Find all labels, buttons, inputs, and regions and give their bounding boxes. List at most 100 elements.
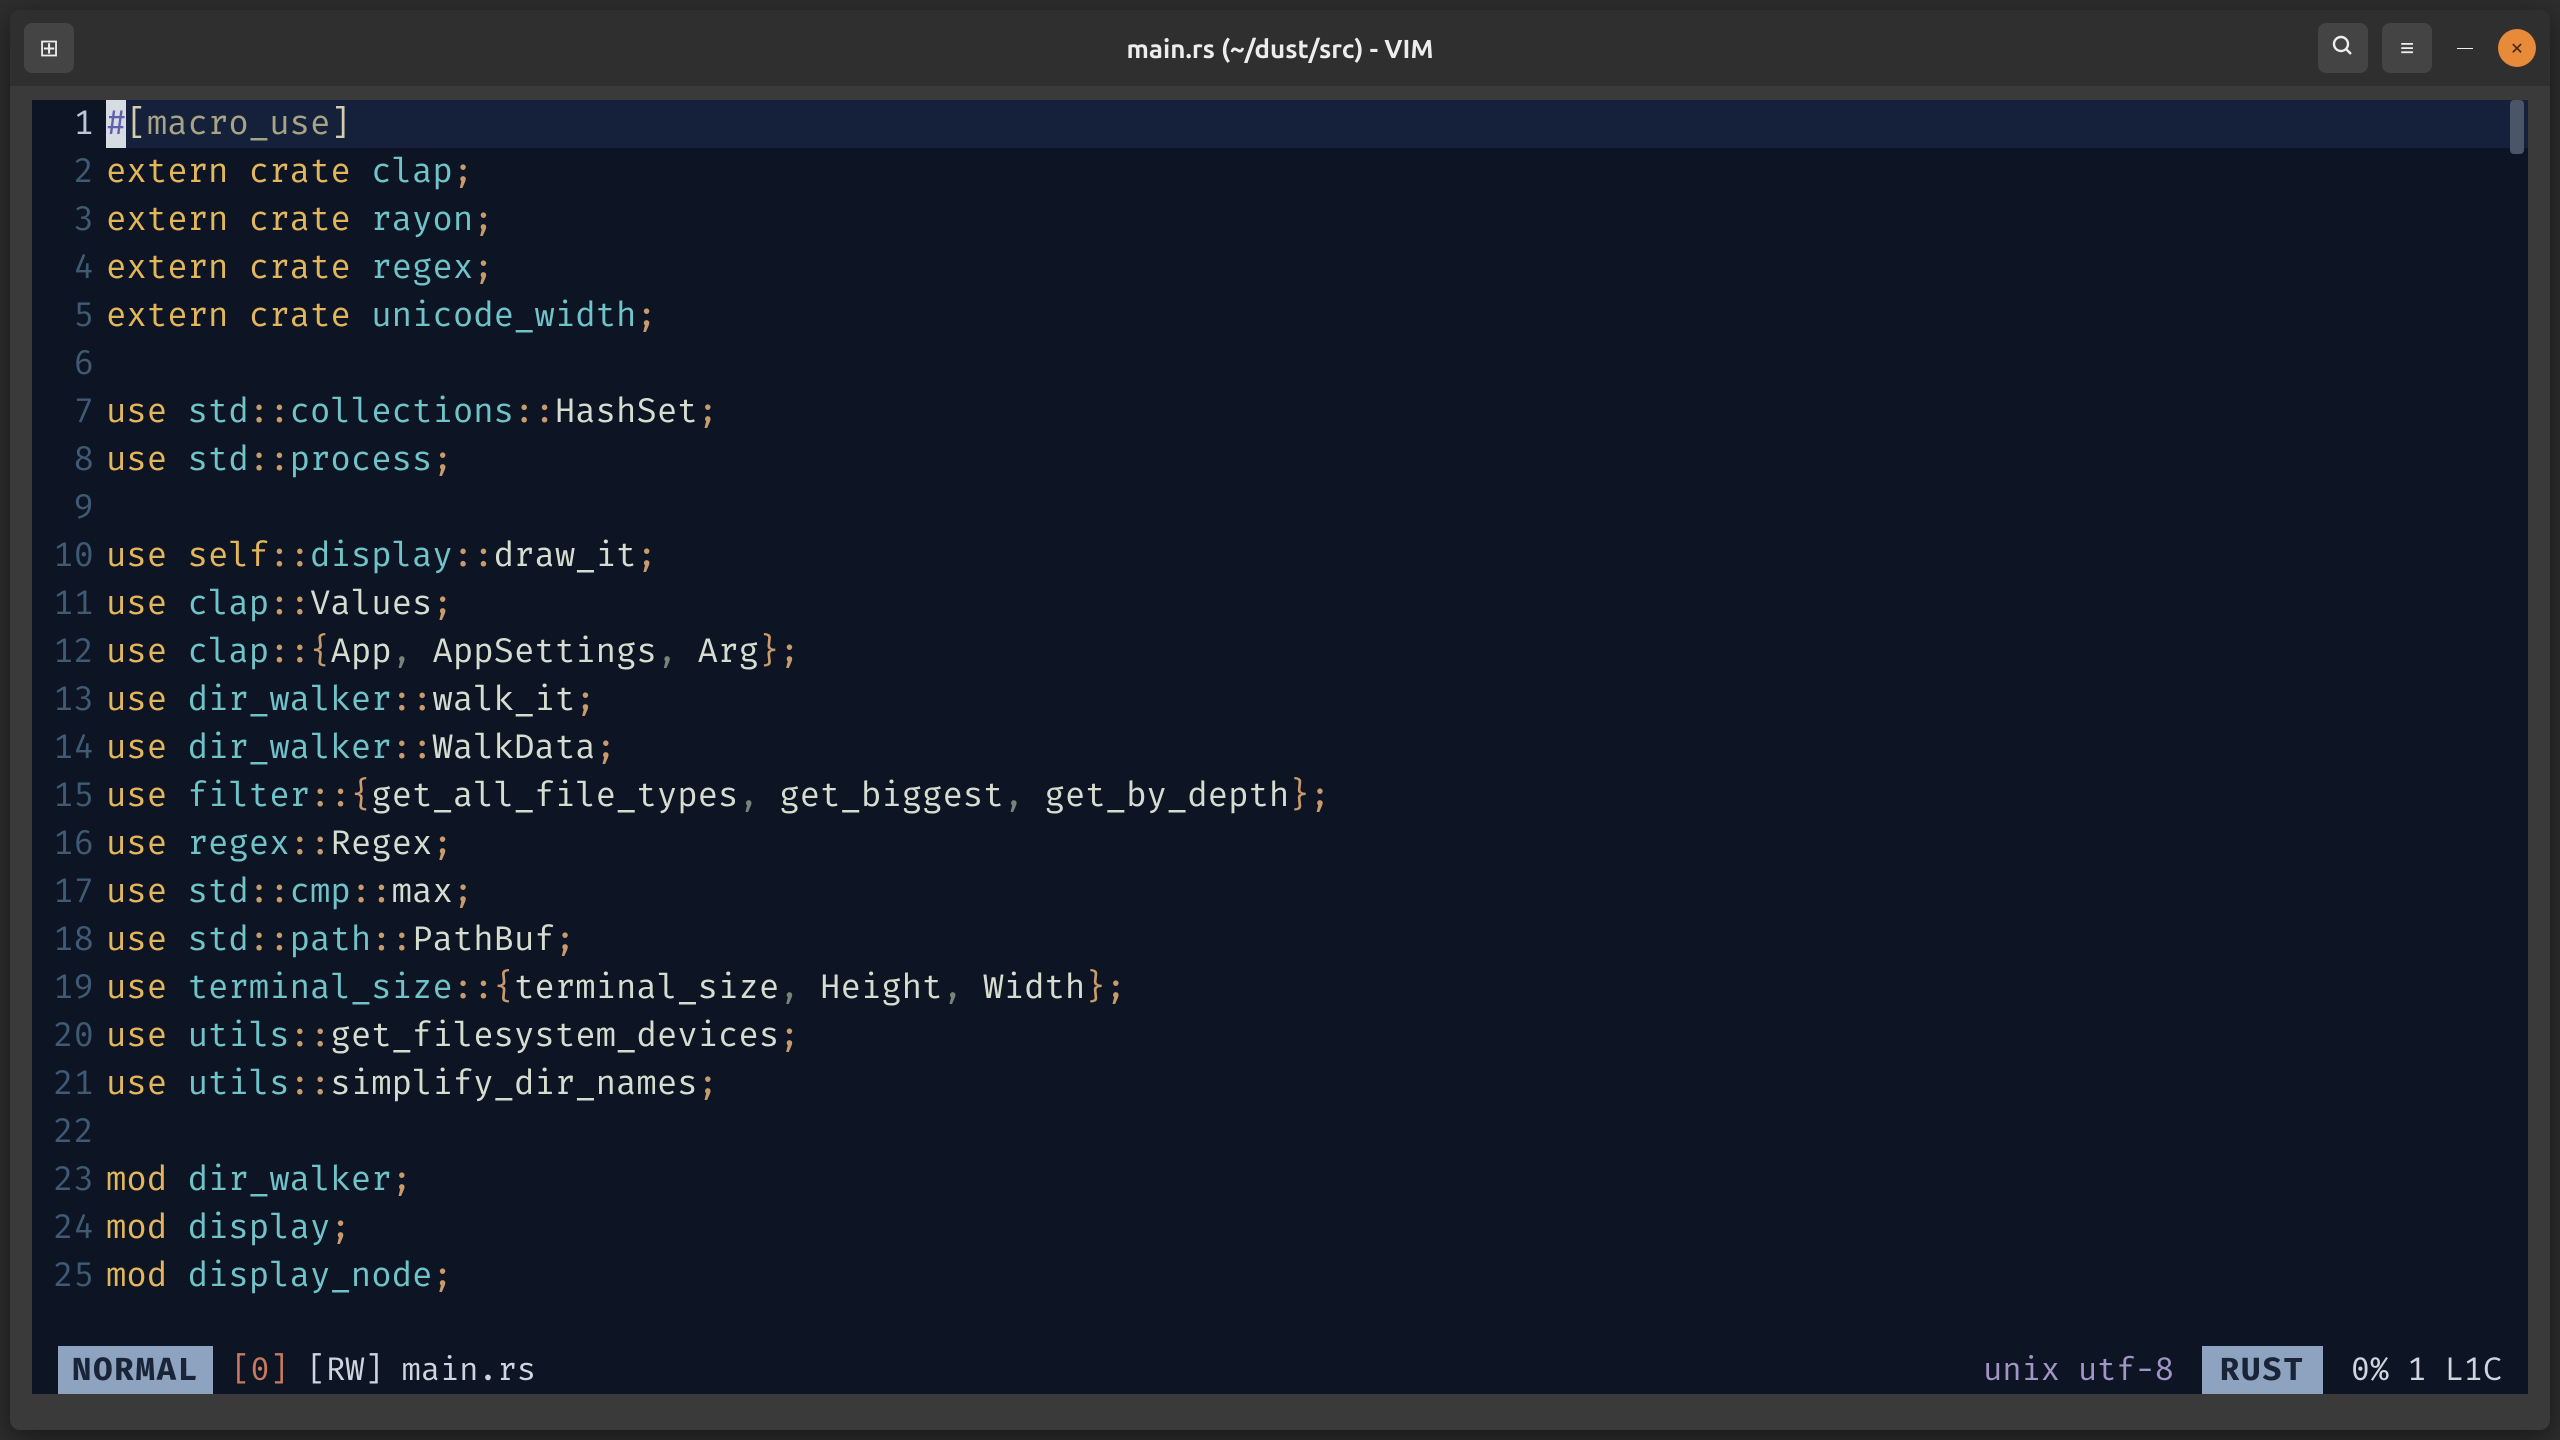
search-button[interactable] [2318,23,2368,73]
minimize-button[interactable]: — [2446,29,2484,67]
line-number: 18 [32,916,94,964]
token [351,247,371,288]
token: } [1289,775,1309,816]
token: walk_it [432,679,575,720]
code-line[interactable]: use regex::Regex; [106,820,2528,868]
token: { [310,631,330,672]
token: use [106,631,167,672]
line-number: 8 [32,436,94,484]
token: :: [371,919,412,960]
token: ; [330,1207,350,1248]
code-line[interactable]: use self::display::draw_it; [106,532,2528,580]
code-line[interactable]: mod dir_walker; [106,1156,2528,1204]
token: ; [596,727,616,768]
code-line[interactable]: extern crate regex; [106,244,2528,292]
token: simplify_dir_names [330,1063,697,1104]
code-line[interactable]: use dir_walker::WalkData; [106,724,2528,772]
token: ; [779,631,799,672]
code-line[interactable]: extern crate unicode_width; [106,292,2528,340]
token: , [392,631,433,672]
token: process [290,439,433,480]
titlebar-left: ⊞ [24,23,74,73]
code-line[interactable]: use clap::{App, AppSettings, Arg}; [106,628,2528,676]
line-number: 11 [32,580,94,628]
token: extern crate [106,247,351,288]
token: AppSettings [432,631,656,672]
token: ; [1106,967,1126,1008]
token: Width [983,967,1085,1008]
line-number: 20 [32,1012,94,1060]
editor[interactable]: 1234567891011121314151617181920212223242… [32,100,2528,1394]
token: regex [371,247,473,288]
code-line[interactable]: mod display_node; [106,1252,2528,1300]
menu-button[interactable]: ≡ [2382,23,2432,73]
code-line[interactable]: #[macro_use] [106,100,2528,148]
code-line[interactable]: use filter::{get_all_file_types, get_big… [106,772,2528,820]
token [167,391,187,432]
code-line[interactable]: use clap::Values; [106,580,2528,628]
code-line[interactable]: use terminal_size::{terminal_size, Heigh… [106,964,2528,1012]
line-number: 23 [32,1156,94,1204]
code-line[interactable]: use std::cmp::max; [106,868,2528,916]
code-line[interactable] [106,484,2528,532]
token: draw_it [494,535,637,576]
code-line[interactable]: use utils::simplify_dir_names; [106,1060,2528,1108]
code-line[interactable] [106,340,2528,388]
token: :: [269,631,310,672]
token: use [106,871,167,912]
token: , [1004,775,1045,816]
token: ; [555,919,575,960]
code-line[interactable]: use dir_walker::walk_it; [106,676,2528,724]
line-number: 17 [32,868,94,916]
token: , [657,631,698,672]
token: std [188,871,249,912]
code-line[interactable]: use std::path::PathBuf; [106,916,2528,964]
line-number: 1 [32,100,94,148]
line-number: 4 [32,244,94,292]
code-line[interactable]: mod display; [106,1204,2528,1252]
token: rayon [371,199,473,240]
token: Regex [330,823,432,864]
token: macro_use [147,103,331,144]
code-line[interactable]: use utils::get_filesystem_devices; [106,1012,2528,1060]
cursor: # [106,100,126,148]
close-button[interactable]: ✕ [2498,29,2536,67]
code-line[interactable] [106,1108,2528,1156]
line-number: 6 [32,340,94,388]
token [167,1255,187,1296]
token [167,1063,187,1104]
code-line[interactable]: extern crate clap; [106,148,2528,196]
token: clap [188,583,270,624]
token: :: [249,439,290,480]
minimize-icon: — [2457,39,2473,57]
new-tab-button[interactable]: ⊞ [24,23,74,73]
token: ; [453,151,473,192]
scrollbar-thumb[interactable] [2510,100,2524,154]
token: :: [269,535,310,576]
token: } [1085,967,1105,1008]
token [167,871,187,912]
titlebar: ⊞ main.rs (~/dust/src) - VIM ≡ — ✕ [10,10,2550,86]
token: display [310,535,453,576]
token: clap [371,151,453,192]
token: ; [432,1255,452,1296]
code-line[interactable]: extern crate rayon; [106,196,2528,244]
token: use [106,727,167,768]
token: use [106,679,167,720]
token: [ [126,103,146,144]
token: filter [188,775,310,816]
hamburger-icon: ≡ [2400,34,2414,63]
file-format: unix [1983,1346,2060,1394]
code-line[interactable]: use std::process; [106,436,2528,484]
code-lines[interactable]: #[macro_use]extern crate clap;extern cra… [106,100,2528,1346]
token: use [106,967,167,1008]
code-line[interactable]: use std::collections::HashSet; [106,388,2528,436]
code-area: 1234567891011121314151617181920212223242… [32,100,2528,1346]
line-number: 24 [32,1204,94,1252]
titlebar-right: ≡ — ✕ [2318,23,2536,73]
token: { [351,775,371,816]
file-encoding: utf-8 [2078,1346,2174,1394]
token: utils [188,1015,290,1056]
search-icon [2331,34,2355,63]
token: utils [188,1063,290,1104]
